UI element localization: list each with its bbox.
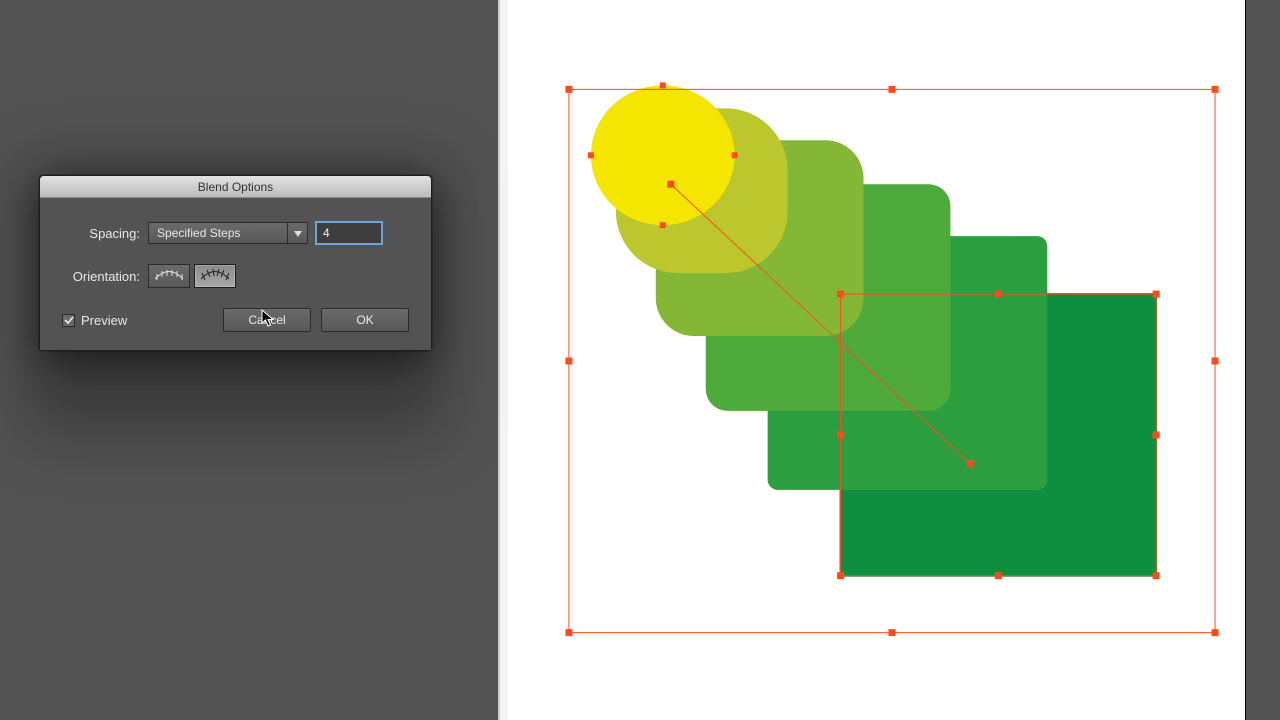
selection-handle[interactable] [1153,572,1160,579]
anchor-point[interactable] [667,181,674,188]
preview-label: Preview [81,313,127,328]
cancel-button-label: Cancel [248,313,285,327]
dialog-titlebar[interactable]: Blend Options [40,176,431,198]
align-to-path-icon [200,268,230,285]
chevron-down-icon [294,226,302,240]
anchor-point[interactable] [588,152,594,158]
selection-handle[interactable] [1153,431,1160,438]
dialog-title: Blend Options [198,180,273,194]
spacing-label: Spacing: [62,226,148,241]
orientation-align-to-page[interactable] [148,264,190,288]
selection-handle[interactable] [1153,291,1160,298]
blend-shape[interactable] [591,85,735,225]
blend-options-dialog: Blend Options Spacing: Specified Steps [39,175,432,351]
selection-handle[interactable] [565,629,572,636]
selection-handle[interactable] [888,629,895,636]
selection-handle[interactable] [1212,358,1219,365]
preview-checkbox[interactable] [62,314,75,327]
workspace-left: Blend Options Spacing: Specified Steps [0,0,498,720]
cancel-button[interactable]: Cancel [223,308,311,332]
selection-handle[interactable] [995,291,1002,298]
ok-button-label: OK [356,313,373,327]
spacing-dropdown[interactable]: Specified Steps [148,222,308,244]
dropdown-arrow-button[interactable] [287,223,307,243]
orientation-row: Orientation: [62,264,409,288]
ok-button[interactable]: OK [321,308,409,332]
anchor-point[interactable] [967,460,974,467]
selection-handle[interactable] [565,358,572,365]
canvas-svg [508,0,1245,720]
preview-checkbox-group[interactable]: Preview [62,313,127,328]
spacing-steps-input[interactable] [316,222,382,244]
artboard[interactable] [508,0,1246,720]
spacing-row: Spacing: Specified Steps [62,222,409,244]
anchor-point[interactable] [660,82,666,88]
checkmark-icon [64,313,74,328]
dialog-bottom-row: Preview Cancel OK [62,308,409,332]
align-to-page-icon [154,268,184,285]
selection-handle[interactable] [995,572,1002,579]
canvas [508,0,1245,720]
selection-handle[interactable] [837,572,844,579]
spacing-dropdown-value: Specified Steps [157,226,240,240]
selection-handle[interactable] [837,431,844,438]
dialog-button-row: Cancel OK [223,308,409,332]
selection-handle[interactable] [1212,86,1219,93]
panel-divider [498,0,508,720]
dialog-body: Spacing: Specified Steps Orientation: [40,198,431,350]
selection-handle[interactable] [565,86,572,93]
selection-handle[interactable] [1212,629,1219,636]
selection-handle[interactable] [888,86,895,93]
selection-handle[interactable] [837,291,844,298]
workspace-right-edge [1246,0,1280,720]
anchor-point[interactable] [660,222,666,228]
orientation-align-to-path[interactable] [194,264,236,288]
anchor-point[interactable] [732,152,738,158]
orientation-label: Orientation: [62,269,148,284]
